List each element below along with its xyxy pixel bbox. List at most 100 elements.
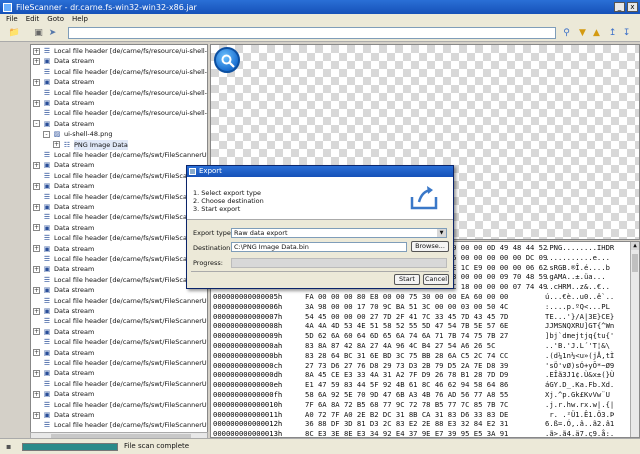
find-previous-icon[interactable]: ▲: [590, 27, 603, 39]
tree-item[interactable]: +▣Data stream: [33, 244, 94, 254]
hex-row[interactable]: 000000000000005h FA 00 00 00 80 E8 00 00 …: [211, 292, 631, 302]
tree-item[interactable]: - ▣ Data stream: [33, 119, 94, 129]
hex-row[interactable]: 000000000000010h 7F 6A 8A 72 B5 68 77 9C …: [211, 400, 631, 410]
tree-item[interactable]: +▣Data stream: [33, 56, 94, 66]
goto-start-icon[interactable]: ↥: [606, 27, 619, 39]
cancel-button[interactable]: Cancel: [423, 274, 449, 285]
hex-row[interactable]: 00000000000000ah 83 8A 87 42 8A 27 4A 96 …: [211, 341, 631, 351]
expand-icon[interactable]: +: [33, 224, 40, 232]
export-type-select[interactable]: Raw data export ▼: [231, 228, 447, 238]
expand-icon[interactable]: +: [33, 411, 40, 419]
hex-row[interactable]: 000000000000012h 36 88 DF 3D 81 D3 2C 83 …: [211, 419, 631, 429]
tree-item[interactable]: ☰ Local file header [de/carne/fs/swt/File…: [33, 400, 207, 410]
expand-icon[interactable]: +: [33, 161, 40, 169]
tree-item[interactable]: ☰ Local file header [de/carne/fs/swt/File…: [33, 212, 207, 222]
tree-item[interactable]: +▣Data stream: [33, 223, 94, 233]
expand-icon[interactable]: +: [33, 78, 40, 86]
tree-item[interactable]: +▣Data stream: [33, 98, 94, 108]
tree-item[interactable]: +▣Data stream: [33, 368, 94, 378]
tree-item[interactable]: ☰ Local file header [de/carne/fs/swt/File…: [33, 337, 207, 347]
search-icon[interactable]: ⚲: [560, 27, 573, 39]
expand-icon[interactable]: +: [33, 47, 40, 55]
tree-item[interactable]: ☰ Local file header [de/carne/fs/swt/File…: [33, 150, 207, 160]
tree-item[interactable]: ☰ Local file header [de/carne/fs/swt/File…: [33, 358, 207, 368]
destination-input[interactable]: C:\PNG Image Data.bin: [231, 242, 407, 252]
tree-item[interactable]: ☰ Local file header [de/carne/fs/swt/File…: [33, 233, 207, 243]
tree-item[interactable]: +▣Data stream: [33, 160, 94, 170]
menu-goto[interactable]: Goto: [47, 14, 64, 24]
expand-icon[interactable]: +: [33, 307, 40, 315]
expand-icon[interactable]: +: [33, 245, 40, 253]
hex-vertical-scrollbar[interactable]: ▲: [630, 242, 639, 437]
save-icon[interactable]: ▣: [32, 27, 45, 39]
chevron-down-icon[interactable]: ▼: [437, 229, 446, 237]
minimize-button[interactable]: _: [614, 2, 625, 12]
hex-row[interactable]: 000000000000011h A0 72 7F A0 2E B2 DC 31 …: [211, 410, 631, 420]
export-icon[interactable]: ➤: [46, 27, 59, 39]
hex-row[interactable]: 000000000000007h 54 45 00 00 00 27 7D 2F …: [211, 312, 631, 322]
tree-item[interactable]: ☰ Local file header [de/carne/fs/resource…: [33, 108, 207, 118]
hex-row[interactable]: 000000000000008h 4A 4A 4D 53 4E 51 58 52 …: [211, 321, 631, 331]
hex-row[interactable]: 000000000000009h 5D 62 6A 60 64 6D 65 6A …: [211, 331, 631, 341]
hex-row[interactable]: 000000000000006h 3A 98 00 00 17 70 9C BA …: [211, 302, 631, 312]
tree-item[interactable]: +▣Data stream: [33, 202, 94, 212]
find-next-icon[interactable]: ▼: [576, 27, 589, 39]
expand-icon[interactable]: +: [33, 203, 40, 211]
hex-row[interactable]: 00000000000000bh 83 28 64 BC 31 6E BD 3C …: [211, 351, 631, 361]
expand-icon[interactable]: +: [33, 390, 40, 398]
tree-item[interactable]: ☰ Local file header [de/carne/fs/swt/File…: [33, 192, 207, 202]
tree-item[interactable]: +▣Data stream: [33, 389, 94, 399]
hex-row[interactable]: 00000000000000fh 58 6A 92 5E 70 9D 47 6B …: [211, 390, 631, 400]
tree-item[interactable]: ☰ Local file header [de/carne/fs/swt/File…: [33, 316, 207, 326]
structure-tree[interactable]: + ☰ Local file header [de/carne/fs/resourc…: [30, 44, 208, 438]
scrollbar-thumb[interactable]: [632, 254, 638, 272]
expand-icon[interactable]: +: [53, 141, 60, 149]
tree-item[interactable]: - ▨ ui-shell-48.png: [43, 129, 112, 139]
tree-item-label: Data stream: [54, 57, 95, 66]
collapse-icon[interactable]: -: [33, 120, 40, 128]
tree-item[interactable]: ☰ Local file header [de/carne/fs/swt/File…: [33, 379, 207, 389]
tree-item[interactable]: ☰ Local file header [de/carne/fs/resource…: [33, 67, 207, 77]
collapse-icon[interactable]: -: [43, 130, 50, 138]
scroll-up-icon[interactable]: ▲: [631, 242, 639, 250]
menu-edit[interactable]: Edit: [26, 14, 40, 24]
tree-item[interactable]: ☰ Local file header [de/carne/fs/swt/File…: [33, 254, 207, 264]
tree-item[interactable]: ☰ Local file header [de/carne/fs/resource…: [33, 88, 207, 98]
tree-item[interactable]: +▣Data stream: [33, 410, 94, 420]
hex-row[interactable]: 000000000000013h 8C E3 3E 8E E3 34 92 E4 …: [211, 429, 631, 437]
tree-item[interactable]: ☰ Local file header [de/carne/fs/swt/File…: [33, 420, 207, 430]
expand-icon[interactable]: +: [33, 57, 40, 65]
search-input[interactable]: [68, 27, 556, 39]
close-button[interactable]: x: [627, 2, 638, 12]
tree-item[interactable]: +▣Data stream: [33, 285, 94, 295]
expand-icon[interactable]: +: [33, 349, 40, 357]
tree-item[interactable]: +▣Data stream: [33, 77, 94, 87]
expand-icon[interactable]: +: [33, 286, 40, 294]
expand-icon[interactable]: +: [33, 328, 40, 336]
tree-item-label: Data stream: [54, 223, 95, 232]
hex-row[interactable]: 00000000000000dh 8A 45 CE E3 33 4A 31 A2 …: [211, 370, 631, 380]
tree-item[interactable]: + ☰ Local file header [de/carne/fs/resourc…: [33, 46, 207, 56]
tree-item[interactable]: ☰ Local file header [de/carne/fs/swt/File…: [33, 296, 207, 306]
hex-row[interactable]: 00000000000000ch 27 73 D6 27 76 D8 29 73 …: [211, 361, 631, 371]
expand-icon[interactable]: +: [33, 99, 40, 107]
tree-item[interactable]: +▣Data stream: [33, 306, 94, 316]
tree-item[interactable]: + ☷ PNG Image Data: [53, 139, 128, 150]
open-folder-icon[interactable]: 📁: [8, 27, 21, 39]
expand-icon[interactable]: +: [33, 265, 40, 273]
tree-item[interactable]: +▣Data stream: [33, 348, 94, 358]
start-button[interactable]: Start: [394, 274, 420, 285]
menu-help[interactable]: Help: [72, 14, 88, 24]
tree-item[interactable]: ☰ Local file header [de/carne/fs/swt/File…: [33, 275, 207, 285]
expand-icon[interactable]: +: [33, 182, 40, 190]
browse-button[interactable]: Browse...: [411, 241, 449, 252]
tree-item[interactable]: +▣Data stream: [33, 264, 94, 274]
expand-icon[interactable]: +: [33, 369, 40, 377]
tree-item[interactable]: +▣Data stream: [33, 327, 94, 337]
hex-row[interactable]: 00000000000000eh E1 47 59 83 44 5F 92 4B …: [211, 380, 631, 390]
menu-file[interactable]: File: [6, 14, 18, 24]
tree-item[interactable]: +▣Data stream: [33, 181, 94, 191]
goto-end-icon[interactable]: ↧: [620, 27, 633, 39]
tree-item-label: Data stream: [54, 307, 95, 315]
tree-item[interactable]: ☰ Local file header [de/carne/fs/swt/File…: [33, 171, 207, 181]
